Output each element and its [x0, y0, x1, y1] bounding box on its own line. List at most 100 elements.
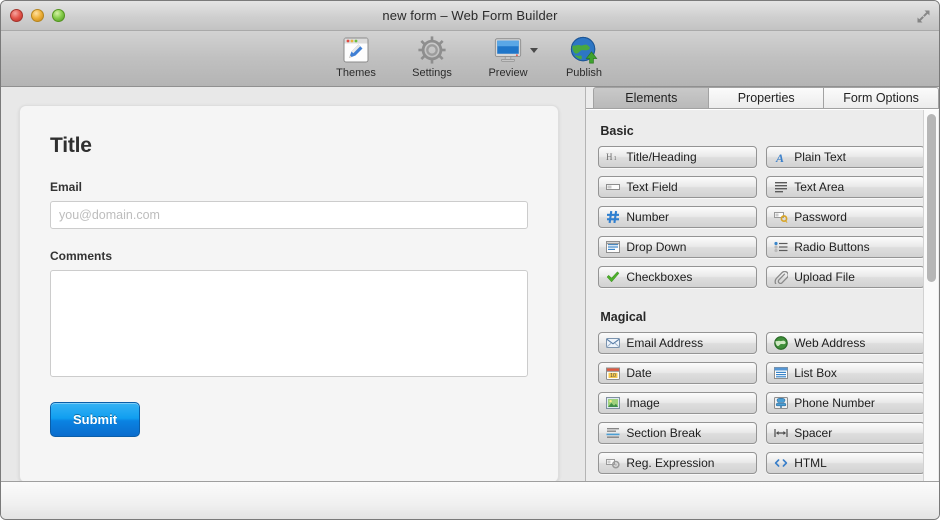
basic-elements-grid: H1 Title/Heading A Plain Text Text Field…	[598, 146, 925, 288]
window-controls	[10, 9, 65, 22]
tab-properties[interactable]: Properties	[709, 87, 825, 108]
italic-a-icon: A	[774, 150, 788, 164]
list-box-icon	[774, 366, 789, 380]
element-label: HTML	[794, 456, 827, 470]
comments-textarea[interactable]	[50, 270, 528, 377]
status-bar	[1, 481, 939, 519]
drop-down-icon	[606, 240, 621, 254]
element-label: Radio Buttons	[794, 240, 870, 254]
element-plain-text[interactable]: A Plain Text	[766, 146, 925, 168]
window-title: new form – Web Form Builder	[382, 8, 558, 23]
close-button[interactable]	[10, 9, 23, 22]
element-web-address[interactable]: Web Address	[766, 332, 925, 354]
element-label: Date	[626, 366, 652, 380]
element-section-break[interactable]: Section Break	[598, 422, 758, 444]
inspector-pane: Elements Properties Form Options Basic H…	[586, 87, 939, 481]
radio-buttons-icon	[774, 240, 788, 254]
element-label: Password	[794, 210, 847, 224]
settings-button[interactable]: Settings	[403, 34, 461, 79]
inspector-scrollbar[interactable]	[923, 110, 938, 481]
magical-elements-grid: Email Address Web Address 10 Date List B…	[598, 332, 925, 474]
element-date[interactable]: 10 Date	[598, 362, 758, 384]
element-spacer[interactable]: Spacer	[766, 422, 925, 444]
element-checkboxes[interactable]: Checkboxes	[598, 266, 758, 288]
form-field-email: Email	[50, 180, 528, 229]
publish-label: Publish	[565, 67, 603, 79]
svg-text:1: 1	[614, 155, 617, 162]
spacer-arrows-icon	[774, 426, 788, 440]
application-window: new form – Web Form Builder Themes Setti…	[0, 0, 940, 520]
text-area-icon	[774, 180, 788, 194]
element-text-field[interactable]: Text Field	[598, 176, 758, 198]
elements-list: Basic H1 Title/Heading A Plain Text Text…	[586, 109, 939, 481]
element-label: Section Break	[626, 426, 702, 440]
element-text-area[interactable]: Text Area	[766, 176, 925, 198]
email-input[interactable]	[50, 201, 528, 229]
element-list-box[interactable]: List Box	[766, 362, 925, 384]
element-label: Spacer	[794, 426, 833, 440]
element-drop-down[interactable]: Drop Down	[598, 236, 758, 258]
inspector-tabbar: Elements Properties Form Options	[586, 87, 939, 109]
globe-upload-icon	[568, 34, 600, 66]
group-title-basic: Basic	[600, 124, 634, 138]
element-number[interactable]: Number	[598, 206, 758, 228]
themes-palette-icon	[340, 34, 372, 66]
element-title-heading[interactable]: H1 Title/Heading	[598, 146, 758, 168]
svg-text:10: 10	[610, 373, 616, 379]
envelope-icon	[606, 336, 621, 350]
element-label: Phone Number	[794, 396, 875, 410]
inspector-scrollbar-thumb[interactable]	[927, 114, 936, 282]
hash-number-icon	[606, 210, 620, 224]
svg-text:A: A	[775, 151, 784, 164]
element-email-address[interactable]: Email Address	[598, 332, 758, 354]
submit-button[interactable]: Submit	[50, 402, 141, 437]
element-label: Web Address	[794, 336, 866, 350]
element-label: Image	[626, 396, 660, 410]
green-check-icon	[606, 270, 620, 284]
element-label: List Box	[794, 366, 837, 380]
preview-dropdown-caret-icon[interactable]	[530, 48, 538, 53]
element-password[interactable]: Password	[766, 206, 925, 228]
element-label: Number	[626, 210, 670, 224]
element-label: Text Field	[626, 180, 678, 194]
element-html[interactable]: HTML	[766, 452, 925, 474]
element-label: Plain Text	[794, 150, 846, 164]
preview-button[interactable]: Preview	[479, 34, 538, 79]
element-image[interactable]: Image	[598, 392, 758, 414]
key-password-icon	[774, 210, 788, 224]
main-content: Title Email Comments Submit Elements Pro…	[1, 87, 939, 481]
tab-form-options[interactable]: Form Options	[824, 87, 939, 108]
form-title: Title	[50, 134, 92, 157]
form-preview-card: Title Email Comments Submit	[19, 105, 559, 481]
themes-label: Themes	[336, 67, 376, 79]
reg-expression-icon	[606, 456, 621, 470]
tab-elements[interactable]: Elements	[593, 87, 710, 108]
element-label: Drop Down	[626, 240, 687, 254]
element-radio-buttons[interactable]: Radio Buttons	[766, 236, 925, 258]
angle-brackets-icon	[774, 456, 788, 470]
email-field-label: Email	[50, 180, 83, 194]
monitor-icon	[492, 34, 524, 66]
title-bar: new form – Web Form Builder	[1, 1, 939, 31]
element-reg-expression[interactable]: Reg. Expression	[598, 452, 758, 474]
preview-label: Preview	[488, 67, 528, 79]
themes-button[interactable]: Themes	[327, 34, 385, 79]
element-upload-file[interactable]: Upload File	[766, 266, 925, 288]
telephone-icon	[774, 396, 789, 410]
comments-field-label: Comments	[50, 249, 113, 263]
minimize-button[interactable]	[31, 9, 44, 22]
publish-button[interactable]: Publish	[555, 34, 613, 79]
calendar-icon: 10	[606, 366, 621, 380]
element-label: Upload File	[794, 270, 855, 284]
section-break-icon	[606, 426, 620, 440]
maximize-button[interactable]	[52, 9, 65, 22]
element-phone-number[interactable]: Phone Number	[766, 392, 925, 414]
element-label: Text Area	[794, 180, 845, 194]
element-label: Email Address	[626, 336, 704, 350]
svg-text:H: H	[606, 152, 613, 162]
image-icon	[606, 396, 621, 410]
heading-h1-icon: H1	[606, 150, 620, 164]
element-label: Title/Heading	[626, 150, 697, 164]
main-toolbar: Themes Settings Preview Publish	[1, 31, 939, 87]
fullscreen-arrows-icon[interactable]	[914, 7, 932, 25]
